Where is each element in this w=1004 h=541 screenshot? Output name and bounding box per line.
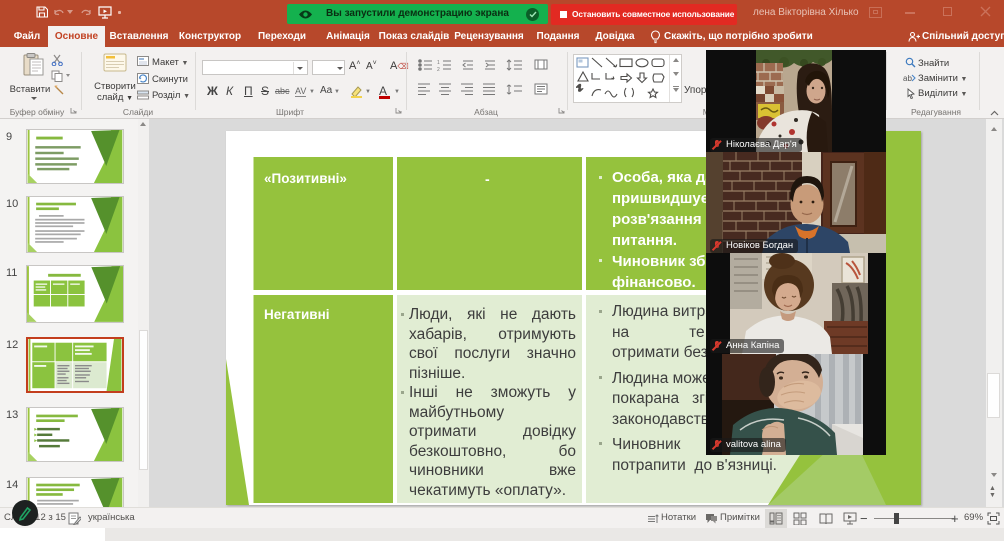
svg-text:2: 2 <box>437 67 440 73</box>
svg-text:ab: ab <box>903 74 912 83</box>
svg-text:1: 1 <box>437 60 440 66</box>
